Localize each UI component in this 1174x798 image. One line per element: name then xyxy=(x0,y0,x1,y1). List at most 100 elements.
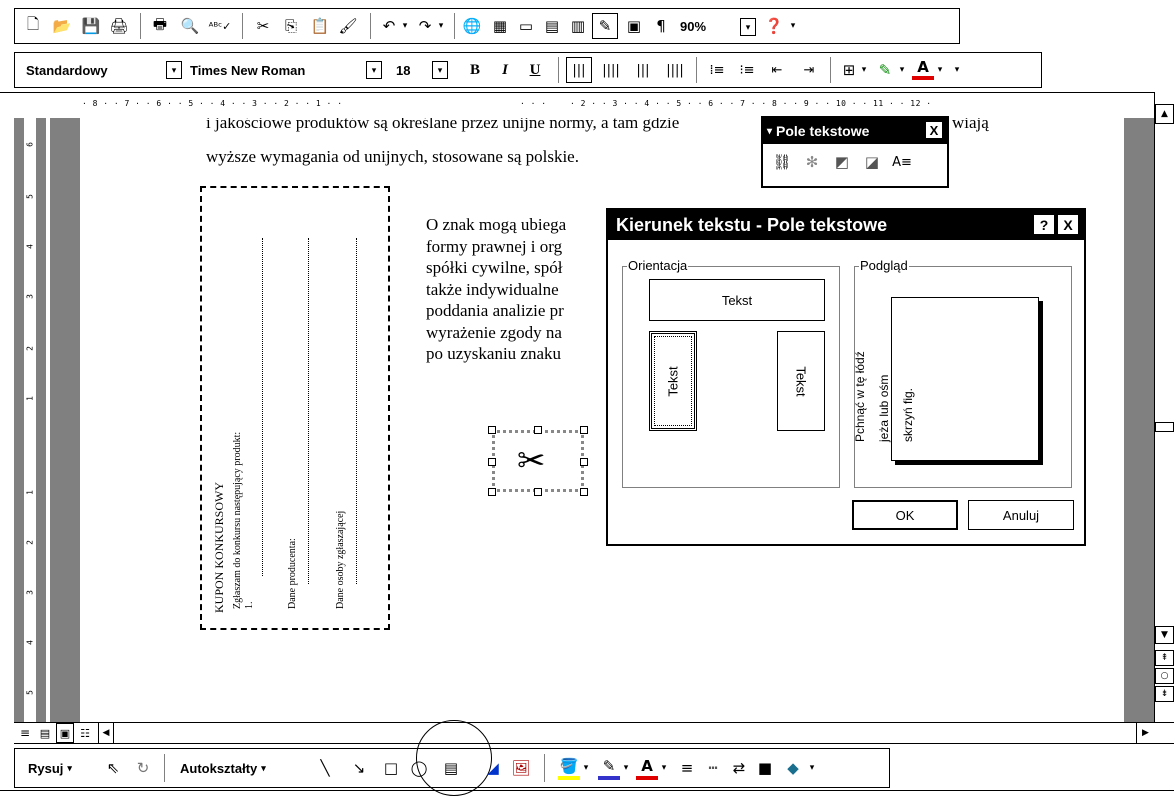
break-link-icon[interactable]: ✻ xyxy=(799,150,825,174)
scroll-right-icon[interactable]: ▶ xyxy=(1136,723,1154,743)
undo-dropdown-icon[interactable]: ▾ xyxy=(398,14,412,38)
line-icon[interactable]: ╲ xyxy=(314,756,336,780)
bold-button[interactable]: B xyxy=(464,58,486,82)
borders-icon[interactable]: ⊞ xyxy=(838,58,860,82)
print-layout-icon[interactable]: ▣ xyxy=(56,723,74,743)
columns-icon[interactable]: ▥ xyxy=(566,14,590,38)
increase-indent-icon[interactable]: ⇥ xyxy=(796,58,822,82)
paste-icon[interactable]: 📋 xyxy=(308,14,332,38)
spelling-icon[interactable]: ᴬᴮᶜ✓ xyxy=(208,14,232,38)
next-page-icon[interactable]: ⇟ xyxy=(1155,686,1174,702)
dialog-help-button[interactable]: ? xyxy=(1034,215,1054,234)
dash-style-icon[interactable]: ┅ xyxy=(702,756,724,780)
text-box-toolbar[interactable]: ▾ Pole tekstowe X ⛓ ✻ ◩ ◪ A≡ xyxy=(761,116,949,188)
decrease-indent-icon[interactable]: ⇤ xyxy=(764,58,790,82)
orientation-vertical-down-option[interactable]: Tekst xyxy=(777,331,825,431)
toolbar-menu-icon[interactable]: ▾ xyxy=(767,126,772,137)
help-icon[interactable]: ❓ xyxy=(762,14,786,38)
dialog-titlebar[interactable]: Kierunek tekstu - Pole tekstowe xyxy=(608,210,1084,240)
style-dropdown-icon[interactable]: ▾ xyxy=(166,61,182,79)
bullets-icon[interactable]: ⁝≡ xyxy=(734,58,760,82)
cut-icon[interactable]: ✂ xyxy=(252,14,274,38)
borders-dropdown-icon[interactable]: ▾ xyxy=(858,58,870,82)
resize-handle[interactable] xyxy=(580,488,588,496)
line-style-icon[interactable]: ≡ xyxy=(676,756,698,780)
line-color-dropdown-icon[interactable]: ▾ xyxy=(620,756,632,780)
copy-icon[interactable]: ⎘ xyxy=(280,14,302,38)
ok-button[interactable]: OK xyxy=(852,500,958,530)
font-color-dropdown-icon[interactable]: ▾ xyxy=(934,58,946,82)
tables-borders-icon[interactable]: ▦ xyxy=(488,14,512,38)
more-buttons-icon[interactable]: ▾ xyxy=(950,58,964,82)
horizontal-scrollbar[interactable]: ≡ ▤ ▣ ☷ ◀ ▶ xyxy=(14,722,1174,744)
new-icon[interactable]: 🗋 xyxy=(22,14,44,38)
text-direction-dialog[interactable]: Kierunek tekstu - Pole tekstowe ? X Orie… xyxy=(606,208,1086,546)
size-dropdown-icon[interactable]: ▾ xyxy=(432,61,448,79)
redo-icon[interactable]: ↷ xyxy=(414,14,436,38)
change-text-direction-icon[interactable]: A≡ xyxy=(889,150,915,174)
zoom-value[interactable]: 90% xyxy=(680,15,730,37)
document-map-icon[interactable]: ▣ xyxy=(622,14,646,38)
autoshapes-menu-button[interactable]: Autokształty ▾ xyxy=(180,757,308,779)
scroll-up-icon[interactable]: ▲ xyxy=(1155,104,1174,124)
free-rotate-icon[interactable]: ↻ xyxy=(132,756,154,780)
coupon-textbox[interactable]: KUPON KONKURSOWY Zgłaszam do konkursu na… xyxy=(200,186,390,630)
insert-excel-icon[interactable]: ▤ xyxy=(540,14,564,38)
previous-textbox-icon[interactable]: ◩ xyxy=(829,150,855,174)
resize-handle[interactable] xyxy=(488,488,496,496)
rectangle-icon[interactable]: □ xyxy=(380,756,402,780)
web-layout-icon[interactable]: ▤ xyxy=(36,723,54,743)
justify-icon[interactable]: |||| xyxy=(662,58,688,82)
drawing-icon[interactable]: ✎ xyxy=(592,13,618,39)
align-center-icon[interactable]: |||| xyxy=(598,58,624,82)
arrow-icon[interactable]: ↘ xyxy=(348,756,370,780)
hyperlink-icon[interactable]: 🌐 xyxy=(460,14,484,38)
dialog-close-button[interactable]: X xyxy=(1058,215,1078,234)
font-dropdown-icon[interactable]: ▾ xyxy=(366,61,382,79)
select-objects-icon[interactable]: ⇖ xyxy=(102,756,124,780)
insert-table-icon[interactable]: ▭ xyxy=(514,14,538,38)
select-browse-object-icon[interactable]: ○ xyxy=(1155,668,1174,684)
font-combo[interactable]: Times New Roman xyxy=(190,59,360,81)
size-combo[interactable]: 18 xyxy=(396,59,426,81)
format-painter-icon[interactable]: 🖌 xyxy=(336,14,360,38)
orientation-vertical-up-option[interactable]: Tekst xyxy=(649,331,697,431)
scroll-down-icon[interactable]: ▼ xyxy=(1155,626,1174,644)
highlight-icon[interactable]: ✎ xyxy=(874,58,896,82)
clip-art-icon[interactable]: 🖼 xyxy=(510,756,532,780)
resize-handle[interactable] xyxy=(580,426,588,434)
undo-icon[interactable]: ↶ xyxy=(378,14,400,38)
orientation-horizontal-option[interactable]: Tekst xyxy=(649,279,825,321)
print-preview-icon[interactable]: 🔍 xyxy=(178,14,202,38)
fill-color-icon[interactable]: 🪣 xyxy=(558,756,580,780)
redo-dropdown-icon[interactable]: ▾ xyxy=(434,14,448,38)
fill-color-dropdown-icon[interactable]: ▾ xyxy=(580,756,592,780)
next-textbox-icon[interactable]: ◪ xyxy=(859,150,885,174)
resize-handle[interactable] xyxy=(534,488,542,496)
align-right-icon[interactable]: ||| xyxy=(630,58,656,82)
draw-menu-button[interactable]: Rysuj ▾ xyxy=(28,757,86,779)
save-icon[interactable]: 💾 xyxy=(80,14,102,38)
normal-view-icon[interactable]: ≡ xyxy=(16,723,34,743)
previous-page-icon[interactable]: ⇞ xyxy=(1155,650,1174,666)
font-color-dropdown-icon[interactable]: ▾ xyxy=(658,756,670,780)
scroll-left-icon[interactable]: ◀ xyxy=(98,723,114,743)
zoom-dropdown-icon[interactable]: ▾ xyxy=(740,18,756,36)
wordart-icon[interactable]: ◢ xyxy=(482,756,504,780)
print-icon[interactable]: 🖶 xyxy=(148,14,172,38)
text-box-toolbar-close-button[interactable]: X xyxy=(925,121,943,139)
resize-handle[interactable] xyxy=(580,458,588,466)
resize-handle[interactable] xyxy=(488,426,496,434)
permissions-icon[interactable]: 🖨 xyxy=(108,14,130,38)
vertical-scrollbar[interactable]: ▲ ▼ ⇞ ○ ⇟ xyxy=(1154,92,1174,722)
underline-button[interactable]: U xyxy=(524,58,546,82)
vertical-ruler[interactable]: 6 5 4 3 2 1 1 2 3 4 5 xyxy=(14,118,46,722)
cancel-button[interactable]: Anuluj xyxy=(968,500,1074,530)
horizontal-ruler[interactable]: · 8 · · 7 · · 6 · · 5 · · 4 · · 3 · · 2 … xyxy=(0,92,1174,116)
create-link-icon[interactable]: ⛓ xyxy=(769,150,795,174)
outline-view-icon[interactable]: ☷ xyxy=(76,723,94,743)
numbering-icon[interactable]: ⁞≡ xyxy=(704,58,730,82)
resize-handle[interactable] xyxy=(534,426,542,434)
more-buttons-icon[interactable]: ▾ xyxy=(806,756,818,780)
highlight-dropdown-icon[interactable]: ▾ xyxy=(896,58,908,82)
